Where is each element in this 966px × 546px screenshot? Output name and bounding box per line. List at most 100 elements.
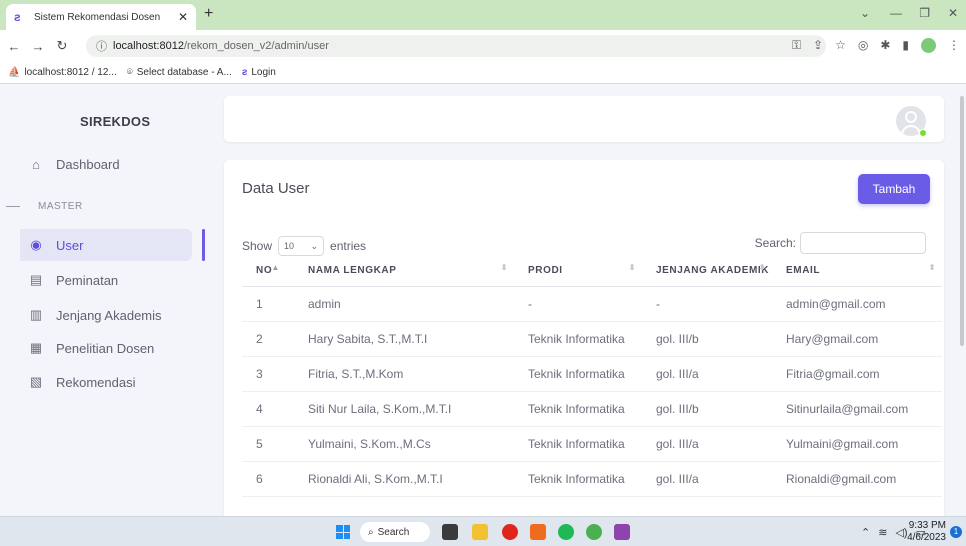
cell-nama: admin (294, 286, 514, 322)
notification-badge[interactable]: 1 (950, 526, 962, 538)
table-row: 3 Fitria, S.T.,M.Kom Teknik Informatika … (242, 356, 942, 392)
opera-icon[interactable] (502, 524, 518, 540)
entries-select[interactable]: 10 ⌄ (278, 236, 325, 256)
chevron-down-icon: ⌄ (310, 240, 319, 251)
tab-title: Sistem Rekomendasi Dosen (34, 11, 161, 23)
reload-button[interactable]: ↻ (52, 38, 72, 54)
cell-email: admin@gmail.com (772, 286, 942, 322)
table-row: 1 admin - - admin@gmail.com (242, 286, 942, 322)
back-button[interactable]: ← (4, 39, 24, 54)
sort-icon: ⬍ (928, 263, 936, 272)
volume-icon[interactable]: ◁) (895, 526, 907, 539)
table-header-row: NO ▲ NAMA LENGKAP ⬍ PRODI ⬍ JENJANG AKADEMI… (242, 256, 942, 287)
restore-button[interactable]: ❐ (919, 6, 930, 20)
close-window-button[interactable]: ✕ (948, 6, 958, 20)
xampp-icon[interactable] (530, 524, 546, 540)
column-header-email[interactable]: EMAIL ⬍ (772, 256, 942, 287)
cell-no: 4 (242, 391, 294, 427)
menu-kebab-icon[interactable]: ⋮ (948, 38, 960, 53)
add-user-button[interactable]: Tambah (858, 174, 930, 204)
app-brand[interactable]: SIREKDOS (80, 114, 150, 129)
cell-nama: Yulmaini, S.Kom.,M.Cs (294, 426, 514, 462)
bookmark-phpmyadmin[interactable]: ⛵ localhost:8012 / 12... (8, 67, 117, 78)
scrollbar-thumb[interactable] (960, 96, 964, 346)
file-explorer-icon[interactable] (472, 524, 488, 540)
sidebar-item-user[interactable]: ◉ User (20, 229, 192, 261)
cell-prodi: - (514, 286, 642, 322)
home-icon: ⌂ (32, 156, 40, 172)
database-icon: ⌾ (126, 67, 133, 78)
star-icon[interactable]: ☆ (835, 38, 846, 53)
cell-prodi: Teknik Informatika (514, 461, 642, 497)
data-user-card: Data User Tambah Show 10 ⌄ entries Searc… (224, 160, 944, 520)
column-header-jenjang[interactable]: JENJANG AKADEMIK ⬍ (642, 256, 772, 287)
cell-jenjang: gol. III/b (642, 321, 772, 357)
bookmark-select-database[interactable]: ⌾ Select database - A... (127, 67, 232, 78)
cell-jenjang: gol. III/b (642, 391, 772, 427)
close-tab-icon[interactable]: ✕ (178, 10, 188, 24)
book-icon: ▥ (29, 307, 43, 322)
sidebar-item-penelitian-dosen[interactable]: ▦ Penelitian Dosen (20, 332, 192, 364)
address-toolbar: ← → ↻ ⓘ localhost:8012 /rekom_dosen_v2/a… (0, 30, 966, 62)
browser-tab[interactable]: ƨ Sistem Rekomendasi Dosen ✕ (6, 4, 196, 30)
top-navbar (224, 96, 944, 142)
wifi-icon[interactable]: ≋ (878, 526, 887, 539)
phpmyadmin-icon: ⛵ (8, 67, 21, 78)
sidebar-item-peminatan[interactable]: ▤ Peminatan (20, 264, 192, 296)
sort-asc-icon: ▲ (271, 263, 280, 272)
cell-jenjang: gol. III/a (642, 356, 772, 392)
bookmark-login[interactable]: ƨ Login (242, 67, 276, 78)
wps-office-icon[interactable] (614, 524, 630, 540)
sidebar-item-jenjang-akademis[interactable]: ▥ Jenjang Akademis (20, 299, 192, 331)
section-divider (6, 206, 20, 207)
table-row: 5 Yulmaini, S.Kom.,M.Cs Teknik Informati… (242, 426, 942, 462)
forward-button[interactable]: → (28, 39, 48, 54)
share-icon[interactable]: ⇪ (813, 38, 823, 53)
search-icon: ⌕ (368, 526, 374, 538)
browser-tab-bar: ƨ Sistem Rekomendasi Dosen ✕ + ⌄ — ❐ ✕ (0, 0, 966, 30)
new-tab-button[interactable]: + (204, 5, 213, 23)
url-bar[interactable]: ⓘ localhost:8012 /rekom_dosen_v2/admin/u… (86, 35, 826, 57)
cell-no: 2 (242, 321, 294, 357)
key-icon[interactable]: ⚿ (792, 38, 801, 53)
sidebar: SIREKDOS ⌂ Dashboard MASTER ◉ User ▤ Pem… (0, 84, 218, 516)
cell-email: Hary@gmail.com (772, 321, 942, 357)
tab-search-icon[interactable]: ⌄ (860, 6, 870, 20)
camera-icon[interactable]: ◎ (858, 38, 868, 53)
column-header-nama[interactable]: NAMA LENGKAP ⬍ (294, 256, 514, 287)
cell-email: Rionaldi@gmail.com (772, 461, 942, 497)
sidepanel-icon[interactable]: ▮ (902, 38, 909, 53)
taskbar-search[interactable]: ⌕ Search (360, 522, 430, 542)
columns-icon: ▦ (29, 340, 43, 355)
sort-icon: ⬍ (758, 263, 766, 272)
site-info-icon[interactable]: ⓘ (96, 38, 107, 54)
chevron-up-icon[interactable]: ⌃ (861, 526, 870, 539)
toolbar-icons: ⚿ ⇪ ☆ ◎ ✱ ▮ ⋮ (792, 38, 960, 53)
spotify-icon[interactable] (558, 524, 574, 540)
extensions-icon[interactable]: ✱ (880, 38, 890, 53)
minimize-button[interactable]: — (890, 6, 902, 20)
task-view-icon[interactable] (442, 524, 458, 540)
online-status-dot (919, 129, 927, 137)
cell-prodi: Teknik Informatika (514, 426, 642, 462)
windows-start-icon[interactable] (336, 525, 350, 539)
cell-prodi: Teknik Informatika (514, 391, 642, 427)
column-header-prodi[interactable]: PRODI ⬍ (514, 256, 642, 287)
sidebar-item-rekomendasi[interactable]: ▧ Rekomendasi (20, 366, 192, 398)
table-row: 4 Siti Nur Laila, S.Kom.,M.T.I Teknik In… (242, 391, 942, 427)
search-input[interactable] (800, 232, 926, 254)
table-row: 6 Rionaldi Ali, S.Kom.,M.T.I Teknik Info… (242, 461, 942, 497)
page-scrollbar[interactable] (958, 84, 966, 516)
cell-nama: Fitria, S.T.,M.Kom (294, 356, 514, 392)
chrome-icon[interactable] (586, 524, 602, 540)
column-header-no[interactable]: NO ▲ (242, 256, 294, 287)
bookmarks-bar: ⛵ localhost:8012 / 12... ⌾ Select database… (0, 62, 966, 84)
cell-prodi: Teknik Informatika (514, 321, 642, 357)
taskbar-clock[interactable]: 9:33 PM 4/6/2023 (907, 520, 946, 544)
sidebar-section-master: MASTER (0, 201, 83, 212)
clipboard-icon: ▤ (29, 272, 43, 287)
profile-avatar-icon[interactable] (921, 38, 936, 53)
sidebar-item-dashboard[interactable]: ⌂ Dashboard (20, 148, 192, 180)
cell-email: Sitinurlaila@gmail.com (772, 391, 942, 427)
site-favicon-icon: ƨ (241, 67, 248, 78)
